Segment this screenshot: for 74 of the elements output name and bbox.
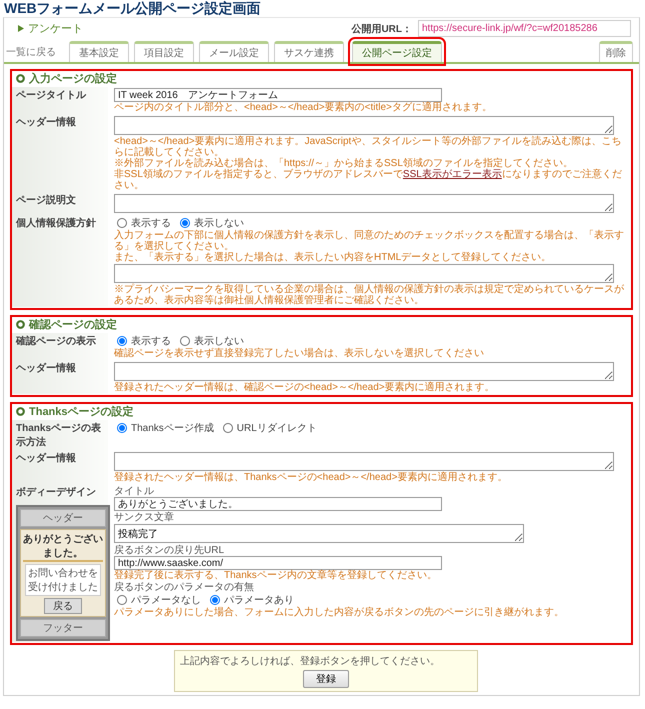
text-area[interactable]: 投稿完了 bbox=[114, 524, 524, 543]
row-label: ページタイトル bbox=[16, 90, 86, 101]
confirm-message: 上記内容でよろしければ、登録ボタンを押してください。 bbox=[180, 654, 441, 668]
text-area[interactable] bbox=[114, 116, 614, 135]
help-note: <head>～</head>要素内に適用されます。JavaScriptや、スタイルシート等の外部ファイルを読み込む際は、こちらに記載してください。 bbox=[114, 136, 622, 158]
section-title: 確認ページの設定 bbox=[29, 318, 117, 332]
preview-message: お問い合わせを 受け付けました bbox=[25, 564, 101, 596]
help-note: ページ内のタイトル部分と、<head>～</head>要素内の<title>タグに適用されます。 bbox=[114, 102, 492, 113]
row-label: 個人情報保護方針 bbox=[16, 218, 96, 229]
row-label: Thanksページの表示方法 bbox=[16, 423, 102, 448]
radio-label: パラメータなし bbox=[131, 594, 201, 607]
section-title: 入力ページの設定 bbox=[29, 72, 117, 86]
radio-label: 表示する bbox=[131, 216, 171, 230]
url-label: 公開用URL： bbox=[351, 22, 412, 36]
radio-button[interactable] bbox=[117, 218, 127, 228]
radio-button[interactable] bbox=[210, 595, 220, 605]
field-label: 戻るボタンの戻り先URL bbox=[114, 545, 224, 556]
radio-button[interactable] bbox=[117, 423, 127, 433]
triangle-icon bbox=[18, 25, 24, 32]
text-area[interactable] bbox=[114, 194, 614, 213]
text-area[interactable] bbox=[114, 452, 614, 471]
radio-label: 表示しない bbox=[194, 334, 244, 348]
row-label: ヘッダー情報 bbox=[16, 363, 76, 374]
tab[interactable]: サスケ連携 bbox=[274, 41, 344, 62]
radio-button[interactable] bbox=[117, 336, 127, 346]
text-area[interactable] bbox=[114, 264, 614, 283]
row-label: ボディーデザイン bbox=[16, 487, 96, 498]
help-note: また、「表示する」を選択した場合は、表示したい内容をHTMLデータとして登録してください。 bbox=[114, 252, 552, 263]
row-label: ヘッダー情報 bbox=[16, 453, 76, 464]
text-field[interactable]: ありがとうございました。 bbox=[114, 497, 442, 511]
delete-tab[interactable]: 削除 bbox=[599, 41, 633, 62]
row-label: ヘッダー情報 bbox=[16, 117, 76, 128]
tab[interactable]: 項目設定 bbox=[134, 41, 194, 62]
help-note: 登録完了後に表示する、Thanksページ内の文章等を登録してください。 bbox=[114, 570, 437, 581]
url-field[interactable]: https://secure-link.jp/wf/?c=wf20185286 bbox=[418, 20, 631, 37]
help-note: 確認ページを表示せず直接登録完了したい場合は、表示しないを選択してください bbox=[114, 348, 484, 359]
help-note: 登録されたヘッダー情報は、Thanksページの<head>～</head>要素内に適用されます。 bbox=[114, 472, 508, 483]
row-label: 確認ページの表示 bbox=[16, 336, 96, 347]
preview-header: ヘッダー bbox=[20, 509, 106, 527]
text-field[interactable]: http://www.saaske.com/ bbox=[114, 556, 442, 570]
radio-button[interactable] bbox=[180, 218, 190, 228]
register-button[interactable]: 登録 bbox=[303, 670, 349, 688]
radio-label: パラメータあり bbox=[224, 594, 294, 607]
page-title: WEBフォームメール公開ページ設定画面 bbox=[3, 0, 262, 17]
help-note: パラメータありにした場合、フォームに入力した内容が戻るボタンの先のページに引き継がれます。 bbox=[114, 607, 564, 618]
help-note: 非SSL領域のファイルを指定すると、ブラウザのアドレスバーでSSL表示がエラー表示になりますのでご注意ください。 bbox=[114, 169, 623, 191]
tab[interactable]: メール設定 bbox=[199, 41, 269, 62]
circle-icon bbox=[16, 407, 25, 416]
row-label: ページ説明文 bbox=[16, 195, 76, 206]
tab[interactable]: 基本設定 bbox=[69, 41, 129, 62]
field-label: タイトル bbox=[114, 486, 154, 497]
circle-icon bbox=[16, 74, 25, 83]
radio-button[interactable] bbox=[117, 595, 127, 605]
preview-footer: フッター bbox=[20, 619, 106, 637]
radio-button[interactable] bbox=[180, 336, 190, 346]
help-note: ※プライバシーマークを取得している企業の場合は、個人情報の保護方針の表示は規定で定められているケースがあるため、表示内容等は御社個人情報保護管理者にご確認ください。 bbox=[114, 284, 625, 306]
radio-label: URLリダイレクト bbox=[236, 422, 317, 435]
radio-button[interactable] bbox=[222, 423, 233, 433]
radio-label: Thanksページ作成 bbox=[131, 422, 214, 435]
field-label: サンクス文章 bbox=[114, 512, 174, 523]
help-note: 入力フォームの下部に個人情報の保護方針を表示し、同意のためのチェックボックスを配置する場合は、「表示する」を選択してください。 bbox=[114, 230, 625, 252]
text-area[interactable] bbox=[114, 362, 614, 381]
help-note: ※外部ファイルを読み込む場合は、「https://～」から始まるSSL領域のファイルを指定してください。 bbox=[114, 158, 573, 169]
help-note: 登録されたヘッダー情報は、確認ページの<head>～</head>要素内に適用されます。 bbox=[114, 382, 495, 393]
form-name: アンケート bbox=[28, 22, 83, 36]
field-label: 戻るボタンのパラメータの有無 bbox=[114, 582, 254, 593]
back-link[interactable]: 一覧に戻る bbox=[6, 45, 56, 62]
circle-icon bbox=[16, 320, 25, 329]
radio-label: 表示しない bbox=[194, 216, 244, 230]
radio-label: 表示する bbox=[131, 334, 171, 348]
text-field[interactable]: IT week 2016 アンケートフォーム bbox=[114, 88, 442, 102]
preview-title: ありがとうございました。 bbox=[23, 532, 103, 562]
section-title: Thanksページの設定 bbox=[29, 404, 134, 419]
help-link[interactable]: SSL表示がエラー表示 bbox=[402, 169, 502, 180]
